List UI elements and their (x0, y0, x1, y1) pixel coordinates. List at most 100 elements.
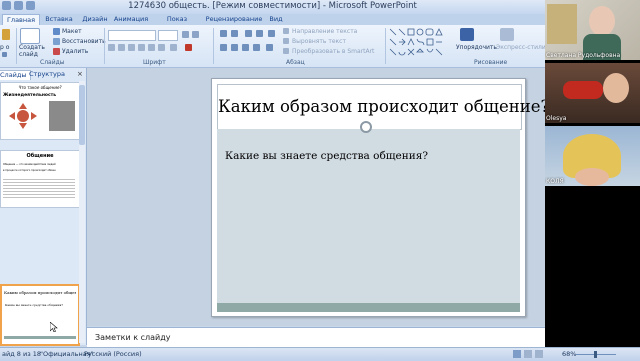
notes-placeholder: Заметки к слайду (95, 333, 171, 342)
quick-styles-icon[interactable] (500, 28, 514, 41)
slide-footer-strip (217, 303, 520, 312)
current-slide[interactable]: Каким образом происходит общение? Какие … (211, 78, 549, 317)
slide-body-text[interactable]: Какие вы знаете средства общения? (225, 150, 428, 162)
shadow-icon[interactable] (148, 44, 155, 51)
ribbon-tabs: Главная Вставка Дизайн Анимация Показ сл… (0, 14, 545, 34)
window-title: 1274630 общесть. [Режим совместимости] -… (128, 1, 417, 11)
delete-button[interactable]: Удалить (62, 48, 88, 55)
text-direction-button[interactable]: Направление текста (292, 28, 357, 35)
slides-group-label: Слайды (40, 59, 65, 66)
separator (385, 28, 386, 64)
shrink-font-icon[interactable] (192, 31, 199, 38)
create-slide-button[interactable]: Создать слайд (19, 44, 45, 58)
slide-thumbnail[interactable]: Что такое общение? Жизнедеятельность (0, 82, 80, 140)
tab-home[interactable]: Главная (2, 14, 40, 25)
thumbnail-title: Что такое общение? (18, 85, 62, 90)
paste-icon[interactable] (2, 29, 10, 40)
underline-icon[interactable] (128, 44, 135, 51)
spacing-icon[interactable] (158, 44, 165, 51)
editing-area: Каким образом происходит общение? Какие … (87, 68, 549, 326)
zoom-level[interactable]: 68% (562, 348, 576, 361)
font-group-label: Шрифт (143, 59, 166, 66)
slide-thumbnail-selected[interactable]: Каким образом происходит общение? Какие … (0, 284, 80, 346)
justify-icon[interactable] (253, 44, 260, 51)
tab-slideshow[interactable]: Показ слайдов (154, 14, 200, 34)
slideshow-view-icon[interactable] (535, 350, 543, 358)
tab-review[interactable]: Рецензирование (205, 14, 263, 25)
ribbon: р о Создать слайд Макет Восстановить Уда… (0, 25, 546, 68)
language-indicator[interactable]: Русский (Россия) (84, 348, 142, 361)
increase-indent-icon[interactable] (256, 30, 263, 37)
tab-outline[interactable]: Структура (26, 70, 68, 79)
slide-counter: айд 8 из 18 (2, 350, 41, 358)
thumbnail-title: Общение (26, 153, 54, 159)
line-spacing-icon[interactable] (268, 30, 275, 37)
thumbnail-line: Общение — это взаимодействие людей (3, 163, 56, 166)
sorter-view-icon[interactable] (524, 350, 532, 358)
decrease-indent-icon[interactable] (245, 30, 252, 37)
change-case-icon[interactable] (170, 44, 177, 51)
align-text-icon[interactable] (283, 38, 289, 44)
separator (104, 28, 105, 64)
clipboard-stub: р о (0, 44, 10, 51)
bold-icon[interactable] (108, 44, 115, 51)
participant-video[interactable]: КОЛЯ (545, 126, 640, 186)
participant-name: Olesya (546, 115, 567, 122)
zoom-slider-thumb[interactable] (594, 351, 597, 358)
align-text-button[interactable]: Выровнять текст (292, 38, 346, 45)
quick-styles-button[interactable]: Экспресс-стили (496, 44, 546, 51)
thumbnail-image (49, 101, 75, 131)
slides-scrollbar[interactable] (79, 81, 85, 343)
align-right-icon[interactable] (242, 44, 249, 51)
tab-view[interactable]: Вид (266, 14, 286, 25)
format-painter-icon[interactable] (2, 52, 7, 57)
scrollbar-thumb[interactable] (79, 85, 85, 145)
font-color-icon[interactable] (185, 44, 192, 51)
thumbnail-heading: Жизнедеятельность (3, 93, 57, 98)
slide-thumbnail[interactable]: Общение Общение — это взаимодействие люд… (0, 150, 80, 208)
decorative-ring (360, 121, 372, 133)
delete-icon[interactable] (53, 48, 60, 55)
separator (213, 28, 214, 64)
shapes-gallery[interactable] (389, 28, 447, 58)
slide-body[interactable]: Какие вы знаете средства общения? (217, 129, 520, 306)
font-family-select[interactable] (108, 30, 156, 41)
reset-icon[interactable] (53, 38, 60, 45)
arrange-icon[interactable] (460, 28, 474, 41)
thumbnail-title: Каким образом происходит общение? (4, 290, 76, 295)
thumbnail-line: в процессе которого происходит обмен (3, 169, 56, 172)
separator (16, 28, 17, 64)
drawing-group-label: Рисование (474, 59, 508, 66)
align-left-icon[interactable] (220, 44, 227, 51)
font-size-select[interactable] (158, 30, 178, 41)
tab-animation[interactable]: Анимация (113, 14, 149, 25)
italic-icon[interactable] (118, 44, 125, 51)
participant-name: КОЛЯ (546, 178, 564, 185)
thumbnail-text-block (3, 177, 75, 199)
tab-insert[interactable]: Вставка (42, 14, 76, 25)
convert-smartart-button[interactable]: Преобразовать в SmartArt (292, 48, 374, 55)
normal-view-icon[interactable] (513, 350, 521, 358)
layout-icon[interactable] (53, 28, 60, 35)
paragraph-group-label: Абзац (286, 59, 305, 66)
participant-video[interactable]: Olesya (545, 63, 640, 123)
video-call-panel: Светлана Рудольфовна Olesya КОЛЯ (545, 0, 640, 347)
participant-face (589, 6, 615, 36)
layout-button[interactable]: Макет (62, 28, 82, 35)
notes-pane[interactable]: Заметки к слайду (87, 327, 545, 347)
bullets-icon[interactable] (220, 30, 227, 37)
grow-font-icon[interactable] (182, 31, 189, 38)
tab-design[interactable]: Дизайн (80, 14, 110, 25)
participant-video[interactable]: Светлана Рудольфовна (545, 0, 640, 60)
text-direction-icon[interactable] (283, 28, 289, 34)
align-center-icon[interactable] (231, 44, 238, 51)
columns-icon[interactable] (266, 44, 273, 51)
arrange-button[interactable]: Упорядочить (456, 44, 497, 51)
close-icon[interactable]: × (77, 70, 83, 78)
strikethrough-icon[interactable] (138, 44, 145, 51)
new-slide-icon[interactable] (20, 28, 40, 44)
smartart-icon[interactable] (283, 48, 289, 54)
numbering-icon[interactable] (231, 30, 238, 37)
thumbnail-strip (4, 336, 76, 339)
reset-button[interactable]: Восстановить (62, 38, 106, 45)
